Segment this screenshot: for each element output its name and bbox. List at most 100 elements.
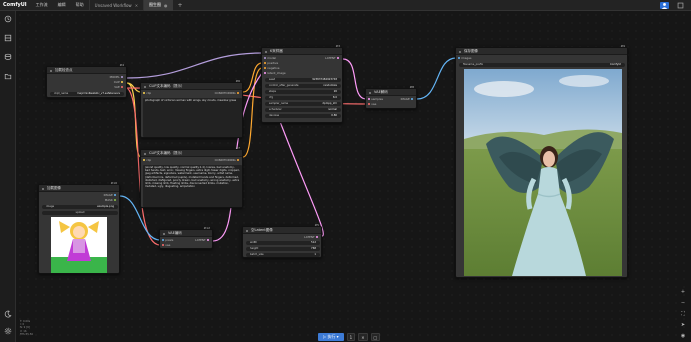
top-menu-bar: ComfyUI 工作流 编辑 帮助 Unsaved Workflow ✕ 图生图… [0,0,691,11]
close-icon[interactable]: ✕ [135,3,138,8]
input-latent-image[interactable]: latent_image [264,72,286,75]
input-image-preview[interactable] [51,217,107,273]
input-clip[interactable]: clip [143,92,151,95]
sampler-name-combo[interactable]: sampler_name dpmpp_2m [265,102,341,106]
prompt-textarea[interactable]: (worst quality, low quality, normal qual… [143,165,242,207]
input-vae[interactable]: vae [162,244,170,247]
image-select-combo[interactable]: image example.png [42,205,118,209]
input-model[interactable]: model [264,57,276,60]
node-id-badge: #5 [314,223,319,227]
node-id-badge: #10 [110,181,117,185]
node-title[interactable]: 加载图像 [39,185,119,192]
input-images[interactable]: images [458,57,471,60]
output-latent[interactable]: LATENT [195,239,209,242]
settings-icon[interactable] [3,327,13,337]
node-title[interactable]: 保存图像 [456,48,627,55]
fullscreen-icon[interactable] [676,2,685,9]
filename-prefix-field[interactable]: filename_prefix ComfyUI [459,63,625,67]
menu-workflow[interactable]: 工作流 [31,2,53,8]
stop-icon[interactable]: □ [370,332,381,341]
control-after-generate-combo[interactable]: control_after_generate randomize [265,84,341,88]
input-samples[interactable]: samples [368,98,383,101]
prompt-textarea[interactable]: photograph of victorian woman with wings… [143,98,242,137]
tab-label: 图生图 [149,2,162,7]
node-title[interactable]: CLIP文本编码（提示） [141,83,242,90]
node-save-image[interactable]: 保存图像 #9 images filename_prefix ComfyUI [455,44,628,278]
node-title[interactable]: CLIP文本编码（提示） [141,150,242,157]
input-clip[interactable]: clip [143,159,151,162]
output-image-preview[interactable] [464,69,622,276]
output-image[interactable]: IMAGE [104,194,116,197]
batch-size-widget[interactable]: batch_size 1 [246,253,320,257]
node-title[interactable]: 空Latent图像 [243,227,321,234]
output-conditioning[interactable]: CONDITIONING [215,92,239,95]
width-widget[interactable]: width 512 [246,241,320,245]
tab-label: Unsaved Workflow [94,2,132,8]
node-title[interactable]: VAE解码 [366,89,416,96]
node-id-badge: #4 [119,63,124,67]
fit-view-icon[interactable]: ⛶ [679,310,687,318]
workflows-icon[interactable] [3,72,13,82]
user-icon[interactable] [660,2,669,9]
theme-icon[interactable] [3,310,13,320]
history-icon[interactable] [3,15,13,25]
zoom-out-icon[interactable]: − [679,299,687,307]
node-id-badge: #12 [203,226,210,230]
node-load-image[interactable]: 加载图像 #10 IMAGE MASK image example.png upl… [38,181,120,274]
menu-edit[interactable]: 编辑 [53,2,71,8]
node-id-badge: #7 [235,146,240,150]
input-positive[interactable]: positive [264,62,278,65]
input-negative[interactable]: negative [264,67,280,70]
input-vae[interactable]: vae [368,103,376,106]
output-mask[interactable]: MASK [105,199,116,202]
tab-unsaved-workflow[interactable]: Unsaved Workflow ✕ [88,0,143,11]
seed-widget[interactable]: seed 923837484923748 [265,78,341,82]
node-clip-text-positive[interactable]: CLIP文本编码（提示） #6 clip CONDITIONING photog… [140,79,243,138]
node-clip-text-negative[interactable]: CLIP文本编码（提示） #7 clip CONDITIONING (worst… [140,146,243,208]
node-vae-decode[interactable]: VAE解码 #8 samples vae IMAGE [365,85,417,109]
pointer-mode-icon[interactable]: ➤ [679,321,687,329]
run-button[interactable]: ▷ 执行 ▾ [318,332,344,341]
node-title[interactable]: K采样器 [262,48,342,55]
output-model[interactable]: MODEL [110,76,123,79]
cancel-icon[interactable]: ✕ [358,332,368,341]
node-id-badge: #8 [409,85,414,89]
tab-img2img[interactable]: 图生图 ● [143,0,173,11]
node-title[interactable]: 加载检查点 [47,67,126,74]
upload-button[interactable]: upload [42,211,118,215]
angel-woman-photo [464,69,622,276]
node-library-icon[interactable] [3,34,13,44]
node-empty-latent-image[interactable]: 空Latent图像 #5 LATENT width 512 height 768 b… [242,223,322,258]
node-ksampler[interactable]: K采样器 #3 model positive negative latent_i… [261,44,343,123]
node-id-badge: #9 [620,44,625,48]
output-vae[interactable]: VAE [114,86,123,89]
output-latent[interactable]: LATENT [325,57,339,60]
model-library-icon[interactable] [3,53,13,63]
child-drawing-image [51,217,107,273]
node-load-checkpoint[interactable]: 加载检查点 #4 MODEL CLIP VAE ckpt_name majicm… [46,63,127,98]
app-logo[interactable]: ComfyUI [0,2,31,8]
canvas-stats: T: 0.00s I: 0 N: 9 [9] V: 16 FPS:55.56 [20,320,34,336]
denoise-widget[interactable]: denoise 0.80 [265,114,341,118]
scheduler-combo[interactable]: scheduler normal [265,108,341,112]
input-pixels[interactable]: pixels [162,239,173,242]
queue-count-field[interactable]: 1 [346,332,356,341]
output-latent[interactable]: LATENT [304,236,318,239]
cfg-widget[interactable]: cfg 8.0 [265,96,341,100]
menu-help[interactable]: 帮助 [71,2,89,8]
steps-widget[interactable]: steps 20 [265,90,341,94]
output-clip[interactable]: CLIP [114,81,123,84]
ckpt-name-combo[interactable]: ckpt_name majicmixRealistic_v7.safetenso… [50,92,124,96]
toggle-links-icon[interactable]: ◉ [679,332,687,340]
unsaved-dot-icon[interactable]: ● [164,3,168,8]
zoom-in-icon[interactable]: + [679,288,687,296]
node-id-badge: #6 [235,79,240,83]
node-id-badge: #3 [335,44,340,48]
height-widget[interactable]: height 768 [246,247,320,251]
add-tab-button[interactable]: + [173,2,188,9]
output-conditioning[interactable]: CONDITIONING [215,159,239,162]
queue-controls: ▷ 执行 ▾ 1 ✕ □ [318,332,381,341]
output-image[interactable]: IMAGE [401,98,413,101]
node-title[interactable]: VAE编码 [160,230,212,237]
node-vae-encode[interactable]: VAE编码 #12 pixels vae LATENT [159,226,213,249]
